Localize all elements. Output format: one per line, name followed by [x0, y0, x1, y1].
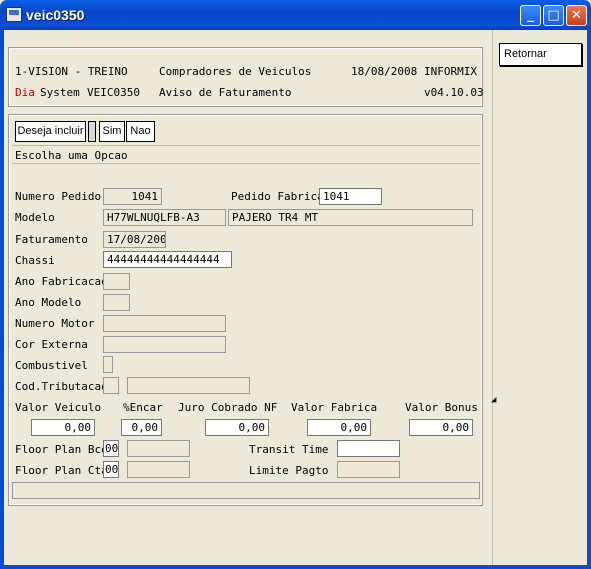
status-bar [12, 482, 480, 499]
combustivel-field[interactable] [103, 356, 113, 373]
menu-hint: Escolha uma Opcao [15, 149, 128, 162]
floor-plan-bco-desc [127, 440, 190, 457]
cod-tributacao-label: Cod.Tributacao [15, 380, 108, 393]
juro-label: Juro Cobrado NF [178, 401, 278, 414]
vertical-separator [492, 30, 493, 565]
modelo-desc-field: PAJERO TR4 MT [228, 209, 473, 226]
valor-veiculo-label: Valor Veiculo [15, 401, 102, 414]
deseja-incluir-button[interactable]: Deseja incluir [15, 121, 86, 142]
modelo-label: Modelo [15, 211, 55, 224]
cor-externa-label: Cor Externa [15, 338, 88, 351]
valor-veiculo-field[interactable]: 0,00 [31, 419, 95, 436]
day-label: Dia [15, 86, 35, 99]
ano-modelo-label: Ano Modelo [15, 296, 82, 309]
juro-field[interactable]: 0,00 [205, 419, 269, 436]
encar-field[interactable]: 0,00 [121, 419, 162, 436]
limite-pagto-field[interactable] [337, 461, 400, 478]
numero-motor-field[interactable] [103, 315, 226, 332]
transit-time-label: Transit Time [249, 443, 329, 456]
retornar-button[interactable]: Retornar [499, 43, 582, 66]
close-button[interactable]: ✕ [566, 5, 587, 26]
numero-pedido-label: Numero Pedido [15, 190, 102, 203]
nao-button[interactable]: Nao [126, 121, 155, 142]
floor-plan-cta-desc [127, 461, 190, 478]
transit-time-field[interactable] [337, 440, 400, 457]
floor-plan-cta-label: Floor Plan Cta [15, 464, 108, 477]
ano-fabricacao-field[interactable] [103, 273, 130, 290]
numero-motor-label: Numero Motor [15, 317, 95, 330]
menu-divider [12, 145, 480, 146]
combustivel-label: Combustivel [15, 359, 88, 372]
chassi-field[interactable]: 44444444444444444 [103, 251, 232, 268]
title-bar: veic0350 _ □ ✕ [0, 0, 591, 30]
program-code: VEIC0350 [87, 86, 140, 99]
hint-divider [12, 163, 480, 164]
numero-pedido-field[interactable]: 1041 [103, 188, 162, 205]
system-label: System [40, 86, 80, 99]
header-date: 18/08/2008 [351, 65, 418, 78]
floor-plan-bco-label: Floor Plan Bco [15, 443, 108, 456]
menu-separator [88, 121, 96, 142]
floor-plan-cta-field[interactable]: 00 [103, 461, 119, 478]
resize-grip-icon[interactable]: ◢ [491, 395, 496, 405]
ano-fabricacao-label: Ano Fabricacao [15, 275, 108, 288]
valor-bonus-field[interactable]: 0,00 [409, 419, 473, 436]
faturamento-label: Faturamento [15, 233, 88, 246]
encar-label: %Encar [123, 401, 163, 414]
pedido-fabrica-field[interactable]: 1041 [319, 188, 382, 205]
cod-tributacao-desc [127, 377, 250, 394]
maximize-button[interactable]: □ [543, 5, 564, 26]
limite-pagto-label: Limite Pagto [249, 464, 329, 477]
screen-title: Compradores de Veiculos [159, 65, 312, 78]
company-name: 1-VISION - TREINO [15, 65, 128, 78]
ano-modelo-field[interactable] [103, 294, 130, 311]
valor-bonus-label: Valor Bonus [405, 401, 478, 414]
valor-fabrica-label: Valor Fabrica [291, 401, 378, 414]
app-icon [6, 7, 22, 22]
database-name: INFORMIX [424, 65, 477, 78]
version: v04.10.03 [424, 86, 484, 99]
pedido-fabrica-label: Pedido Fabrica [231, 190, 324, 203]
minimize-button[interactable]: _ [520, 5, 541, 26]
valor-fabrica-field[interactable]: 0,00 [307, 419, 371, 436]
screen-subtitle: Aviso de Faturamento [159, 86, 292, 99]
cod-tributacao-field[interactable] [103, 377, 119, 394]
sim-button[interactable]: Sim [99, 121, 125, 142]
window-title: veic0350 [26, 7, 85, 23]
cor-externa-field[interactable] [103, 336, 226, 353]
floor-plan-bco-field[interactable]: 00 [103, 440, 119, 457]
faturamento-field[interactable]: 17/08/2008 [103, 231, 166, 248]
modelo-code-field[interactable]: H77WLNUQLFB-A3 [103, 209, 226, 226]
chassi-label: Chassi [15, 254, 55, 267]
